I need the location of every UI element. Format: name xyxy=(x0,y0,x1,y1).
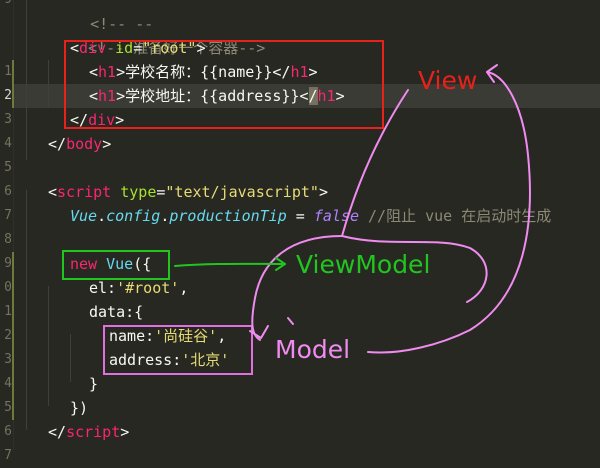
viewmodel-label: ViewModel xyxy=(296,250,431,279)
arrow-head-side xyxy=(287,317,294,325)
view-label: View xyxy=(418,66,478,95)
model-label: Model xyxy=(275,335,351,364)
view-arrow-line xyxy=(341,89,409,237)
annotation-arrows xyxy=(174,64,531,354)
